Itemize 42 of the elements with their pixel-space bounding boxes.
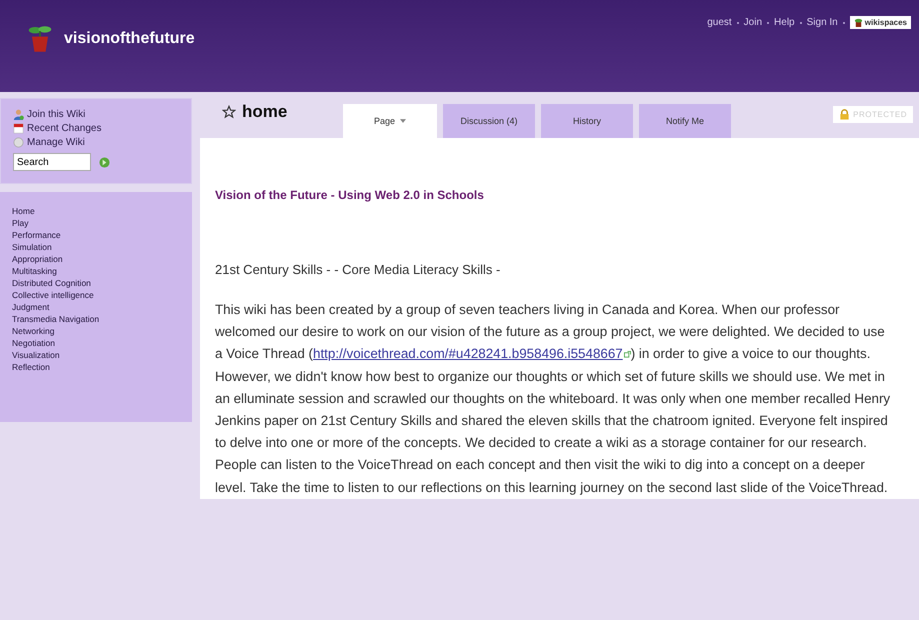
nav-link[interactable]: Distributed Cognition: [12, 278, 180, 288]
user-icon: [13, 109, 24, 120]
header-link[interactable]: guest: [707, 17, 732, 28]
site-title[interactable]: visionofthefuture: [64, 30, 195, 48]
voicethread-link[interactable]: http://voicethread.com/#u428241.b958496.i5548667: [313, 346, 631, 362]
header-link[interactable]: Join: [744, 17, 762, 28]
nav-link[interactable]: Multitasking: [12, 266, 180, 276]
nav-link[interactable]: Appropriation: [12, 254, 180, 264]
go-icon[interactable]: [99, 156, 110, 168]
subheading: 21st Century Skills - - Core Media Literacy Skills -: [215, 262, 502, 277]
nav-link[interactable]: Visualization: [12, 350, 180, 360]
sidebar-link[interactable]: Manage Wiki: [27, 137, 85, 148]
nav-link[interactable]: Performance: [12, 230, 180, 240]
page-tab[interactable]: History: [541, 104, 633, 138]
page-title: home: [242, 102, 288, 122]
intro-paragraph: This wiki has been created by a group of seven teachers living in Canada and Korea. When our professor welcomed our desire to work on our vision of the future as a group project, we were delighted. We decided to use a Voice Thread (http://voicethread.com/#u428241.b958496.i5548667 ) in order to give a voice to our thoughts. However, we didn't know how best to organize our thoughts or which set of future skills we should use. We met in an elluminate session and scrawled our thoughts on the whiteboard. It was only when one member recalled Henry Jenkins paper on 21st Century Skills and shared the eleven skills that the chatroom ignited. Everyone felt inspired to delve into one or more of the concepts. We decided to create a wiki as a storage container for our research. People can listen to the VoiceThread on each concept and then visit the wiki to dig into a concept on a deeper level. Take the time to listen to our reflections on this learning journey on the second last slide of the VoiceThread.: [215, 301, 892, 497]
nav-link[interactable]: Networking: [12, 326, 180, 336]
nav-link[interactable]: Simulation: [12, 242, 180, 252]
plant-icon: [854, 18, 863, 27]
page-heading: Vision of the Future - Using Web 2.0 in Schools: [215, 188, 485, 202]
nav-link[interactable]: Negotiation: [12, 338, 180, 348]
page-tab[interactable]: Page: [343, 104, 437, 138]
page-tab[interactable]: Notify Me: [639, 104, 731, 138]
nav-link[interactable]: Transmedia Navigation: [12, 314, 180, 324]
nav-link[interactable]: Judgment: [12, 302, 180, 312]
page-tab[interactable]: Discussion (4): [443, 104, 535, 138]
external-link-icon: [624, 351, 631, 358]
circle-icon: [13, 137, 24, 148]
nav-link[interactable]: Reflection: [12, 362, 180, 372]
wikispaces-badge[interactable]: wikispaces: [850, 16, 911, 29]
search-field[interactable]: Search: [13, 153, 91, 171]
nav-link[interactable]: Home: [12, 206, 180, 216]
header-link[interactable]: Sign In: [806, 17, 838, 28]
nav-link[interactable]: Collective intelligence: [12, 290, 180, 300]
header-link[interactable]: Help: [774, 17, 795, 28]
potted-plant-icon: [28, 24, 52, 54]
nav-link[interactable]: Play: [12, 218, 180, 228]
sidebar-link[interactable]: Recent Changes: [27, 123, 102, 134]
sidebar-link[interactable]: Join this Wiki: [27, 109, 86, 120]
lock-icon: [839, 109, 850, 120]
star-icon: [222, 105, 236, 119]
calendar-icon: [13, 123, 24, 134]
